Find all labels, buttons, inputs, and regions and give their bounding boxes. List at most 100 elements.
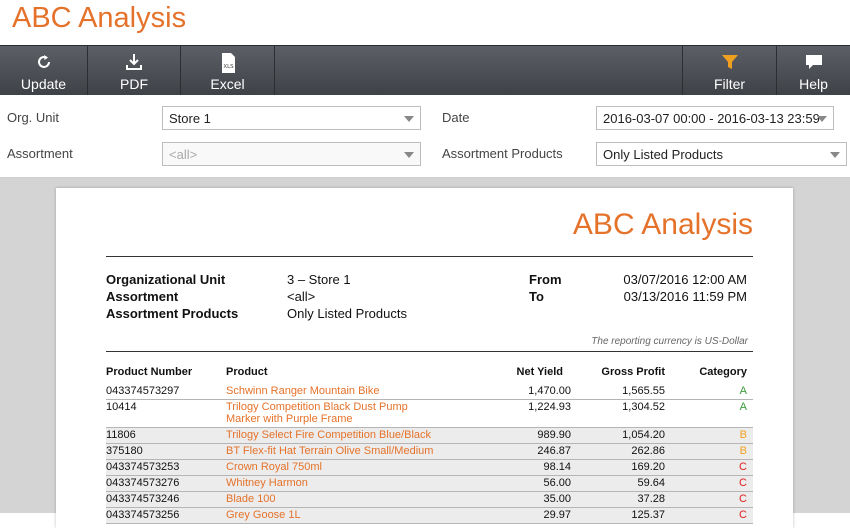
funnel-icon — [683, 52, 776, 74]
product-link[interactable]: Crown Royal 750ml — [226, 461, 456, 473]
meta-from-label: From — [529, 272, 562, 287]
gross-profit: 1,304.52 — [622, 401, 665, 413]
category: A — [739, 385, 747, 397]
meta-to-value: 03/13/2016 11:59 PM — [623, 289, 747, 304]
assortment-value: <all> — [169, 147, 198, 162]
product-number: 043374573253 — [106, 461, 180, 473]
pdf-label: PDF — [120, 76, 148, 92]
chevron-down-icon — [404, 116, 414, 122]
product-link[interactable]: Whitney Harmon — [226, 477, 456, 489]
download-icon — [88, 52, 180, 74]
product-link[interactable]: Blade 100 — [226, 493, 456, 505]
refresh-icon — [0, 52, 87, 74]
gross-profit: 59.64 — [637, 477, 665, 489]
col-category: Category — [699, 366, 747, 378]
meta-assortment-products-value: Only Listed Products — [287, 306, 407, 321]
product-link[interactable]: Schwinn Ranger Mountain Bike — [226, 385, 456, 397]
xls-badge: XLS — [223, 64, 234, 70]
category: B — [739, 429, 747, 441]
product-number: 375180 — [106, 445, 143, 457]
table-row: 10414 Trilogy Competition Black Dust Pum… — [106, 400, 753, 428]
xls-file-icon: XLS — [181, 52, 274, 74]
product-link[interactable]: BT Flex-fit Hat Terrain Olive Small/Medi… — [226, 445, 456, 457]
meta-org-unit-value: 3 – Store 1 — [287, 272, 351, 287]
net-yield: 989.90 — [537, 429, 571, 441]
product-number: 11806 — [106, 429, 136, 441]
update-label: Update — [20, 76, 67, 92]
meta-to-label: To — [529, 289, 544, 304]
org-unit-label: Org. Unit — [7, 110, 60, 125]
update-button[interactable]: Update — [0, 46, 88, 96]
col-product: Product — [226, 366, 268, 378]
product-number: 043374573256 — [106, 509, 180, 521]
pdf-button[interactable]: PDF — [88, 46, 181, 96]
category: C — [739, 461, 747, 473]
net-yield: 29.97 — [543, 509, 571, 521]
table-row: 043374573253 Crown Royal 750ml 98.14 169… — [106, 460, 753, 476]
product-link[interactable]: Grey Goose 1L — [226, 509, 456, 521]
gross-profit: 1,565.55 — [622, 385, 665, 397]
table-row: 375180 BT Flex-fit Hat Terrain Olive Sma… — [106, 444, 753, 460]
org-unit-value: Store 1 — [169, 111, 211, 126]
meta-assortment-label: Assortment — [106, 289, 179, 304]
meta-assortment-value: <all> — [287, 289, 316, 304]
org-unit-select[interactable]: Store 1 — [162, 106, 421, 130]
product-link[interactable]: Trilogy Competition Black Dust Pump Mark… — [226, 401, 441, 425]
category: C — [739, 477, 747, 489]
product-number: 10414 — [106, 401, 137, 413]
gross-profit: 1,054.20 — [622, 429, 665, 441]
date-label: Date — [442, 110, 470, 125]
report-title: ABC Analysis — [572, 208, 753, 241]
filter-button[interactable]: Filter — [682, 46, 776, 96]
filter-label: Filter — [713, 76, 746, 92]
currency-note: The reporting currency is US-Dollar — [591, 336, 748, 347]
category: B — [739, 445, 747, 457]
category: C — [739, 493, 747, 505]
excel-label: Excel — [210, 76, 245, 92]
excel-button[interactable]: XLS Excel — [181, 46, 275, 96]
col-net-yield: Net Yield — [516, 366, 563, 378]
date-select[interactable]: 2016-03-07 00:00 - 2016-03-13 23:59 — [596, 106, 834, 130]
gross-profit: 125.37 — [631, 509, 665, 521]
toolbar: Update PDF XLS Excel Filter Help — [0, 45, 850, 96]
divider — [106, 351, 753, 352]
divider — [106, 256, 753, 257]
report-table: 043374573297 Schwinn Ranger Mountain Bik… — [106, 384, 753, 524]
product-link[interactable]: Trilogy Select Fire Competition Blue/Bla… — [226, 429, 456, 441]
product-number: 043374573246 — [106, 493, 180, 505]
net-yield: 35.00 — [543, 493, 571, 505]
chevron-down-icon — [817, 116, 827, 122]
net-yield: 246.87 — [537, 445, 571, 457]
net-yield: 56.00 — [543, 477, 571, 489]
product-number: 043374573297 — [106, 385, 180, 397]
filter-panel: Org. Unit Store 1 Assortment <all> Date … — [0, 95, 850, 178]
assortment-products-select[interactable]: Only Listed Products — [596, 142, 847, 166]
col-gross-profit: Gross Profit — [601, 366, 665, 378]
chevron-down-icon — [830, 152, 840, 158]
category: A — [739, 401, 747, 413]
meta-org-unit-label: Organizational Unit — [106, 272, 226, 287]
table-row: 043374573256 Grey Goose 1L 29.97 125.37 … — [106, 508, 753, 524]
table-row: 043374573246 Blade 100 35.00 37.28 C — [106, 492, 753, 508]
table-row: 11806 Trilogy Select Fire Competition Bl… — [106, 428, 753, 444]
net-yield: 1,470.00 — [528, 385, 571, 397]
assortment-products-label: Assortment Products — [442, 146, 563, 161]
net-yield: 98.14 — [543, 461, 571, 473]
product-number: 043374573276 — [106, 477, 180, 489]
gross-profit: 169.20 — [631, 461, 665, 473]
help-label: Help — [799, 76, 828, 92]
net-yield: 1,224.93 — [528, 401, 571, 413]
assortment-products-value: Only Listed Products — [603, 147, 723, 162]
category: C — [739, 509, 747, 521]
report-page: ABC Analysis Organizational Unit 3 – Sto… — [56, 188, 793, 528]
meta-from-value: 03/07/2016 12:00 AM — [623, 272, 747, 287]
gross-profit: 262.86 — [631, 445, 665, 457]
app-title: ABC Analysis — [12, 2, 187, 34]
assortment-select[interactable]: <all> — [162, 142, 421, 166]
help-button[interactable]: Help — [776, 46, 850, 96]
gross-profit: 37.28 — [637, 493, 665, 505]
table-row: 043374573276 Whitney Harmon 56.00 59.64 … — [106, 476, 753, 492]
chevron-down-icon — [404, 152, 414, 158]
col-product-number: Product Number — [106, 366, 193, 378]
meta-assortment-products-label: Assortment Products — [106, 306, 239, 321]
